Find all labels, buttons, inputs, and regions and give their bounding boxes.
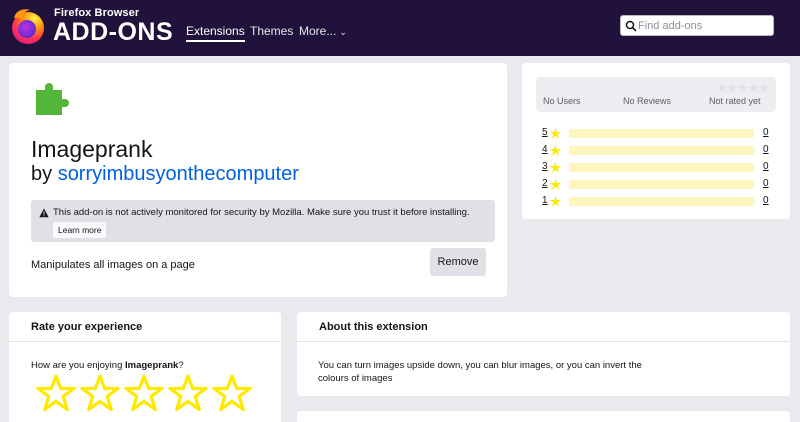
nav-more[interactable]: More... ⌄ [299,24,347,38]
rating-bar-track [569,129,754,138]
ratings-card: No Users No Reviews Not rated yet 5 0 4 … [522,63,790,219]
reviews-count: No Reviews [623,96,672,106]
rate-question: How are you enjoying Imageprank? [31,360,184,371]
brand-title[interactable]: ADD-ONS [53,18,173,47]
author-line: by sorryimbusyonthecomputer [31,163,299,186]
rate-star-2-icon[interactable] [80,374,120,412]
rate-star-1-icon[interactable] [36,374,76,412]
learn-more-button[interactable]: Learn more [53,222,107,238]
search-box [620,15,774,36]
about-title: About this extension [319,321,428,333]
star-icon [550,162,561,173]
rate-experience-card: Rate your experience How are you enjoyin… [9,312,281,422]
rate-star-4-icon[interactable] [168,374,208,412]
nav-themes[interactable]: Themes [250,24,293,38]
nav-more-label: More... [299,24,337,38]
security-warning: This add-on is not actively monitored fo… [31,200,495,242]
bar-star-count[interactable]: 2 [542,178,548,189]
rating-value: Not rated yet [709,96,761,106]
bar-star-count[interactable]: 1 [542,195,548,206]
bar-star-count[interactable]: 3 [542,161,548,172]
nav-extensions[interactable]: Extensions [186,24,245,42]
rating-bar-track [569,180,754,189]
ratings-summary: No Users No Reviews Not rated yet [536,77,776,112]
rating-bar-1[interactable]: 1 0 [542,195,772,209]
card-header: About this extension [297,312,790,342]
rate-title: Rate your experience [31,321,143,333]
rating-bar-track [569,197,754,206]
about-text: You can turn images upside down, you can… [318,360,642,384]
rating-bar-track [569,146,754,155]
star-icon [550,145,561,156]
puzzle-piece-icon [36,83,69,115]
rating-stars-icon [717,83,769,93]
rating-bar-2[interactable]: 2 0 [542,178,772,192]
warning-icon [39,208,49,218]
author-link[interactable]: sorryimbusyonthecomputer [58,163,299,185]
bar-review-count[interactable]: 0 [763,178,769,189]
remove-button[interactable]: Remove [430,248,486,276]
by-label: by [31,163,53,185]
next-section-card [297,411,790,422]
bar-review-count[interactable]: 0 [763,161,769,172]
star-icon [550,179,561,190]
bar-review-count[interactable]: 0 [763,127,769,138]
rate-question-addon: Imageprank [125,360,179,371]
rate-question-prefix: How are you enjoying [31,360,125,371]
firefox-logo-icon[interactable] [8,6,48,46]
star-icon [550,128,561,139]
card-header: Rate your experience [9,312,281,342]
rate-star-3-icon[interactable] [124,374,164,412]
rating-bar-4[interactable]: 4 0 [542,144,772,158]
search-icon [625,20,637,32]
chevron-down-icon: ⌄ [339,27,347,37]
rate-question-suffix: ? [178,360,184,371]
warning-text: This add-on is not actively monitored fo… [53,207,470,218]
bar-star-count[interactable]: 5 [542,127,548,138]
search-input[interactable] [638,18,770,34]
rating-bar-5[interactable]: 5 0 [542,127,772,141]
site-header: Firefox Browser ADD-ONS Extensions Theme… [0,0,800,56]
addon-summary: Manipulates all images on a page [31,259,195,271]
star-icon [550,196,561,207]
addon-card: Imageprank by sorryimbusyonthecomputer T… [9,63,507,297]
users-count: No Users [543,96,581,106]
about-card: About this extension You can turn images… [297,312,790,396]
bar-star-count[interactable]: 4 [542,144,548,155]
rating-bar-track [569,163,754,172]
rate-star-5-icon[interactable] [212,374,252,412]
rating-bar-3[interactable]: 3 0 [542,161,772,175]
bar-review-count[interactable]: 0 [763,144,769,155]
bar-review-count[interactable]: 0 [763,195,769,206]
addon-name: Imageprank [31,136,153,162]
